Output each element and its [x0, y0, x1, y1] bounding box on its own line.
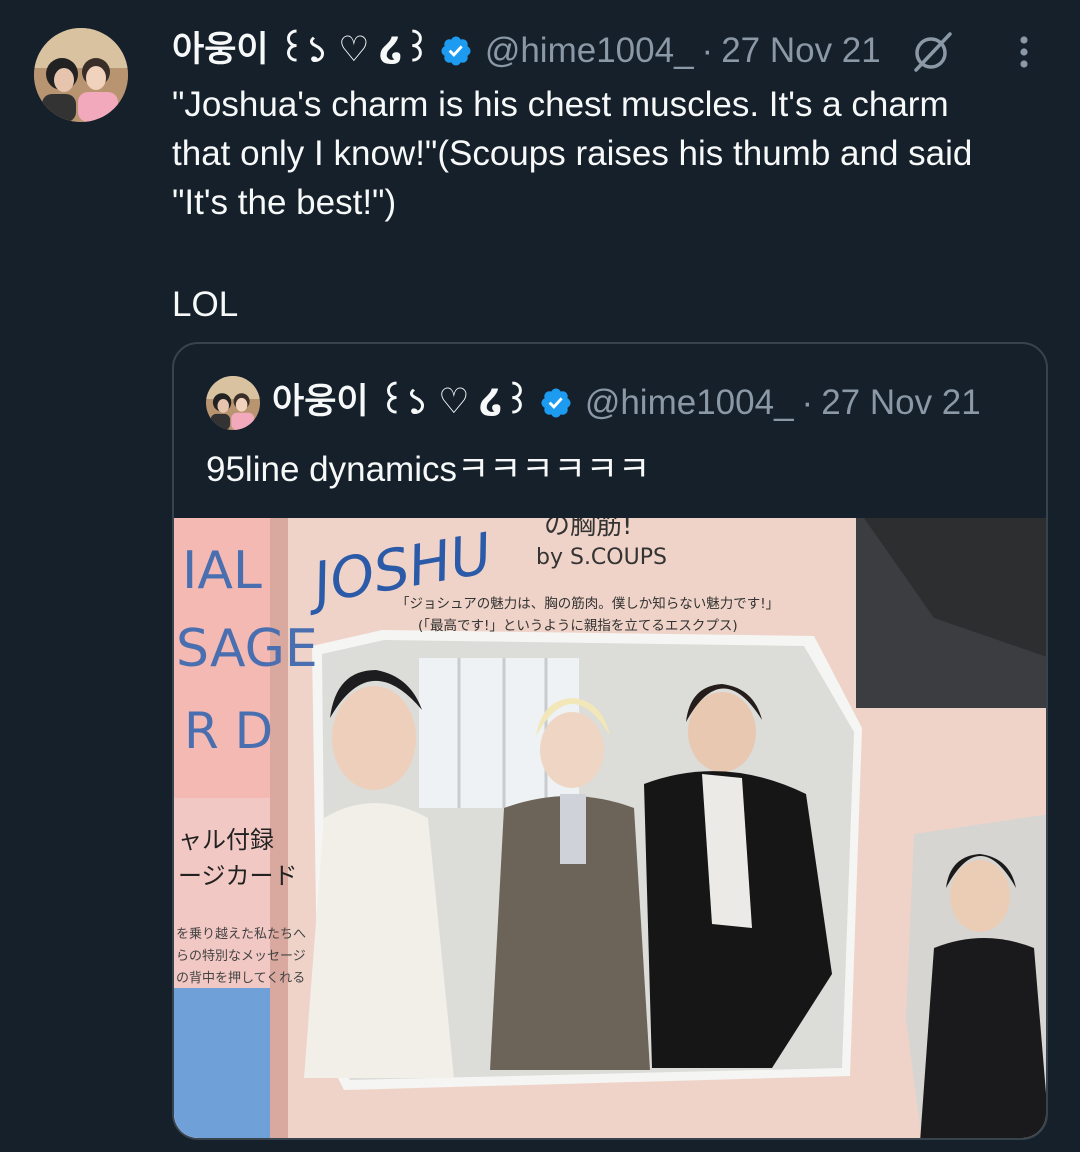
quoted-tweet-text: 95line dynamicsㅋㅋㅋㅋㅋㅋ	[206, 450, 651, 489]
tweet-text: "Joshua's charm is his chest muscles. It…	[172, 85, 973, 222]
magazine-caption-1: 「ジョシュアの魅力は、胸の筋肉。僕しか知らない魅力です!」	[396, 595, 779, 612]
quoted-tweet-photo[interactable]: JOSHU の胸筋! by S.COUPS 「ジョシュアの魅力は、胸の筋肉。僕し…	[174, 518, 1046, 1138]
tweet[interactable]: 아웅이 ꒰১ ♡ ໒꒱ @hime1004_ · 27 Nov 21 "Josh…	[0, 0, 1080, 1152]
spine-text-2: SAGE	[176, 619, 318, 679]
spine-jp-2: ージカード	[178, 862, 298, 890]
quoted-tweet-date[interactable]: 27 Nov 21	[821, 383, 981, 423]
spine-small-3: の背中を押してくれる	[176, 971, 305, 986]
tweet-date[interactable]: 27 Nov 21	[721, 31, 881, 71]
author-handle[interactable]: @hime1004_	[485, 31, 694, 71]
spine-small-1: を乗り越えた私たちへ	[176, 927, 306, 942]
grok-icon[interactable]	[910, 28, 956, 74]
quoted-tweet-header: 아웅이 ꒰১ ♡ ໒꒱ @hime1004_ · 27 Nov 21	[272, 380, 981, 426]
author-name[interactable]: 아웅이 ꒰১ ♡ ໒꒱	[172, 21, 431, 81]
magazine-headline-suffix: の胸筋!	[544, 518, 632, 541]
quoted-author-avatar[interactable]	[206, 376, 260, 430]
more-options-icon[interactable]	[1004, 30, 1044, 74]
author-avatar[interactable]	[34, 28, 128, 122]
verified-badge-icon	[539, 386, 573, 420]
spine-small-2: らの特別なメッセージ	[176, 949, 306, 964]
quoted-author-name[interactable]: 아웅이 ꒰১ ♡ ໒꒱	[272, 373, 531, 433]
magazine-byline: by S.COUPS	[536, 545, 667, 570]
verified-badge-icon	[439, 34, 473, 68]
separator-dot: ·	[801, 383, 814, 422]
spine-text-1: IAL	[182, 541, 262, 601]
quoted-tweet[interactable]: 아웅이 ꒰১ ♡ ໒꒱ @hime1004_ · 27 Nov 21 95lin…	[172, 342, 1048, 1140]
spine-text-3: R D	[184, 702, 273, 760]
spine-jp-1: ャル付録	[178, 826, 274, 854]
tweet-text-lol: LOL	[172, 285, 239, 324]
tweet-header: 아웅이 ꒰১ ♡ ໒꒱ @hime1004_ · 27 Nov 21	[172, 28, 881, 74]
separator-dot: ·	[701, 31, 714, 70]
magazine-caption-2: (「最高です!」というように親指を立てるエスクプス)	[418, 617, 738, 634]
quoted-author-handle[interactable]: @hime1004_	[585, 383, 794, 423]
